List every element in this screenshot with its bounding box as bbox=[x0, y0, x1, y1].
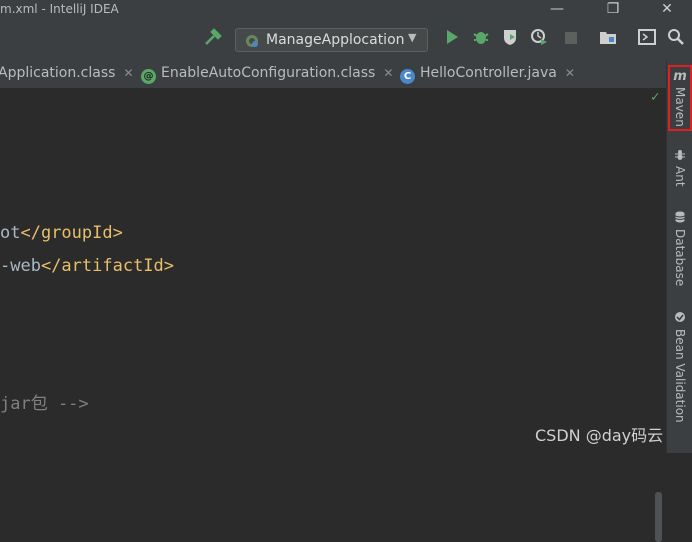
ant-icon bbox=[667, 148, 692, 163]
main-toolbar: ManageApplocation ▼ bbox=[0, 20, 692, 61]
debug-icon[interactable] bbox=[470, 28, 492, 52]
search-icon[interactable] bbox=[665, 28, 687, 52]
tab-label: EnableAutoConfiguration.class bbox=[161, 65, 376, 81]
tab-enable-auto-configuration[interactable]: @ EnableAutoConfiguration.class ✕ bbox=[141, 60, 393, 88]
tool-window-label: Ant bbox=[673, 166, 687, 187]
tool-window-label: Bean Validation bbox=[673, 329, 687, 423]
spring-boot-icon bbox=[244, 33, 260, 53]
tool-window-maven[interactable]: m Maven bbox=[667, 69, 692, 130]
close-window-button[interactable]: ✕ bbox=[652, 0, 682, 20]
run-icon[interactable] bbox=[441, 28, 463, 52]
class-icon: C bbox=[400, 69, 415, 84]
run-config-label: ManageApplocation bbox=[266, 32, 405, 48]
code-line: ot</groupId> bbox=[0, 223, 123, 243]
tool-window-bean-validation[interactable]: Bean Validation bbox=[667, 311, 692, 426]
tool-window-database[interactable]: Database bbox=[667, 211, 692, 289]
window-title: m.xml - IntelliJ IDEA bbox=[0, 2, 119, 16]
profile-icon[interactable] bbox=[528, 28, 550, 52]
maven-icon: m bbox=[673, 69, 687, 84]
title-bar: m.xml - IntelliJ IDEA — ❐ ✕ bbox=[0, 0, 692, 20]
tool-window-label: Database bbox=[673, 229, 687, 287]
build-hammer-icon[interactable] bbox=[202, 28, 224, 52]
right-tool-window-bar: m Maven Ant Database Bean Validation bbox=[666, 60, 692, 453]
run-configuration-select[interactable]: ManageApplocation ▼ bbox=[235, 28, 428, 52]
code-line: -web</artifactId> bbox=[0, 256, 175, 276]
tab-application-class[interactable]: Application.class ✕ bbox=[0, 60, 134, 88]
tab-label: HelloController.java bbox=[420, 65, 557, 81]
code-comment: jar包 --> bbox=[0, 394, 89, 414]
tool-window-ant[interactable]: Ant bbox=[667, 148, 692, 190]
coverage-icon[interactable] bbox=[499, 28, 521, 52]
check-icon: ✓ bbox=[651, 89, 660, 105]
close-icon[interactable]: ✕ bbox=[565, 66, 575, 80]
watermark: CSDN @day码云 bbox=[535, 426, 664, 445]
tab-label: Application.class bbox=[0, 65, 116, 81]
annotation-icon: @ bbox=[141, 69, 156, 84]
bean-icon bbox=[667, 311, 692, 326]
vertical-scrollbar[interactable] bbox=[655, 492, 662, 542]
chevron-down-icon: ▼ bbox=[408, 31, 417, 44]
tab-hello-controller[interactable]: C HelloController.java ✕ bbox=[400, 60, 575, 88]
minimize-button[interactable]: — bbox=[542, 0, 572, 20]
close-icon[interactable]: ✕ bbox=[383, 66, 393, 80]
project-structure-icon[interactable] bbox=[597, 28, 619, 52]
database-icon bbox=[667, 211, 692, 226]
editor-tab-bar: Application.class ✕ @ EnableAutoConfigurat… bbox=[0, 60, 666, 89]
run-anything-icon[interactable] bbox=[636, 28, 658, 52]
tool-window-label: Maven bbox=[673, 87, 687, 127]
close-icon[interactable]: ✕ bbox=[123, 66, 133, 80]
stop-icon[interactable] bbox=[560, 28, 582, 52]
restore-button[interactable]: ❐ bbox=[598, 0, 628, 20]
code-editor[interactable]: ✓ ot</groupId> -web</artifactId> jar包 --… bbox=[0, 89, 666, 542]
